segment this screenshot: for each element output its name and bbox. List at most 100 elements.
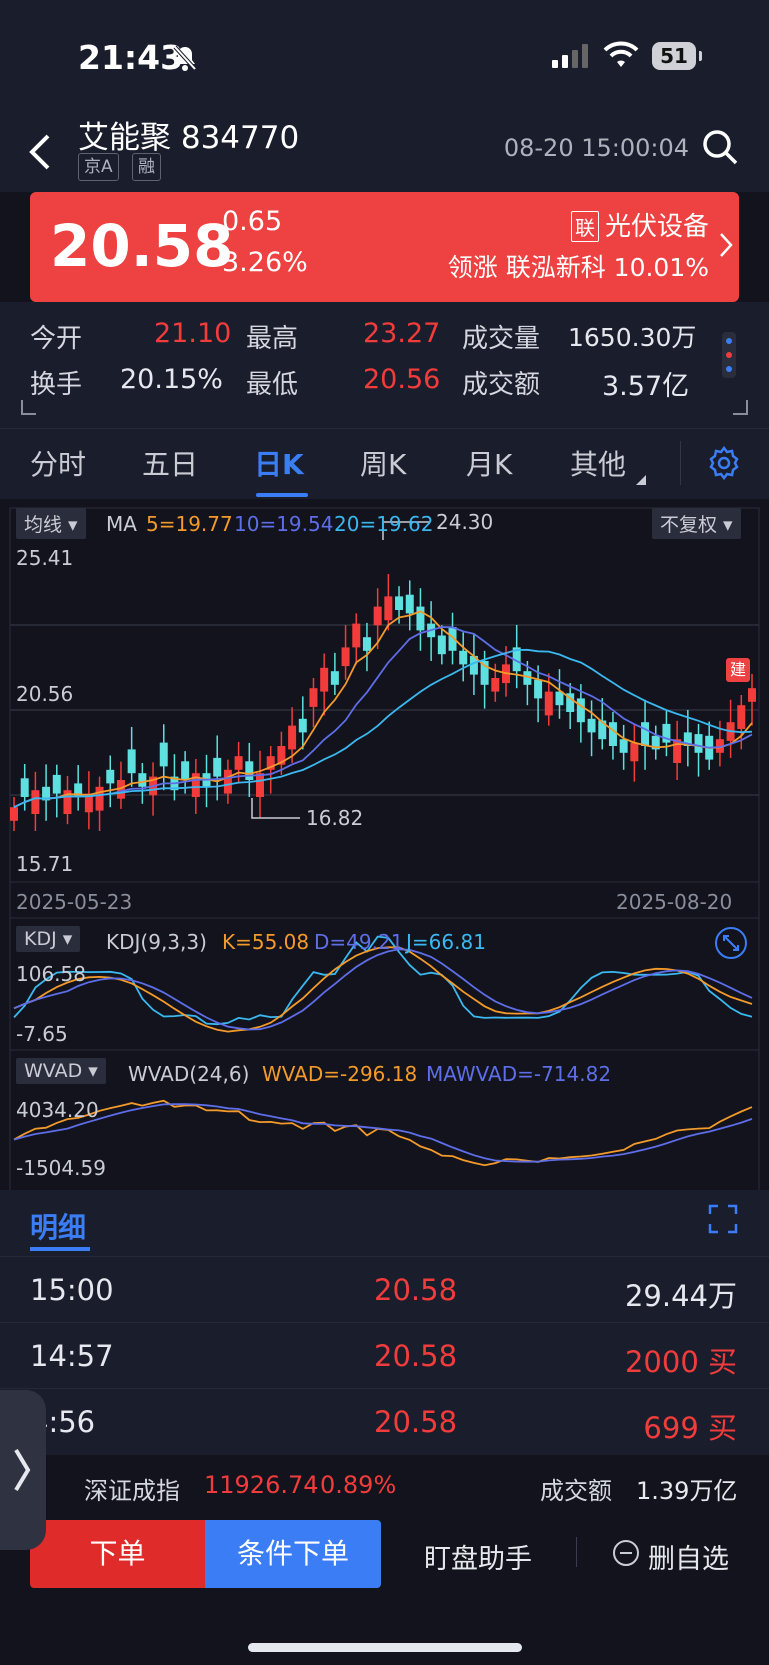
trade-price: 20.58 bbox=[374, 1405, 458, 1439]
main-chart-frame bbox=[9, 507, 760, 883]
watch-assistant-button[interactable]: 盯盘助手 bbox=[424, 1537, 532, 1576]
table-row: 15:00 20.58 29.44万 bbox=[0, 1256, 769, 1323]
stock-header: 艾能聚 834770 京A 融 08-20 15:00:04 bbox=[0, 110, 769, 192]
tab-other[interactable]: 其他 bbox=[570, 443, 626, 483]
candle-body bbox=[352, 623, 361, 648]
tab-five-day[interactable]: 五日 bbox=[142, 443, 198, 483]
wvad-line bbox=[13, 1099, 753, 1167]
stat-label-low: 最低 bbox=[246, 370, 299, 400]
expand-corner-left-icon[interactable] bbox=[20, 398, 38, 416]
index-ticker[interactable]: 深证成指 11926.74 0.89% 成交额 1.39万亿 bbox=[0, 1455, 769, 1517]
kline-chart-svg[interactable] bbox=[0, 500, 769, 1190]
detail-title[interactable]: 明细 bbox=[30, 1206, 86, 1246]
back-arrow-icon[interactable] bbox=[28, 132, 52, 172]
trade-detail-panel: 明细 15:00 20.58 29.44万 14:57 20.58 2000 买… bbox=[0, 1190, 769, 1455]
candle-body bbox=[31, 790, 40, 814]
candle-body bbox=[298, 718, 307, 733]
ma10-value: 10=19.54 bbox=[234, 512, 334, 536]
adjust-dropdown[interactable]: 不复权 ▾ bbox=[652, 508, 741, 539]
fullscreen-circle-icon[interactable] bbox=[714, 926, 748, 960]
more-dots-icon[interactable] bbox=[722, 332, 736, 378]
candle-body bbox=[459, 650, 468, 665]
wvad-dropdown[interactable]: WVAD ▾ bbox=[16, 1058, 106, 1084]
price-banner[interactable]: 20.58 0.65 3.26% 联光伏设备 领涨 联泓新科 10.01% bbox=[30, 192, 739, 302]
candle-body bbox=[630, 742, 639, 762]
price-change-pct: 3.26% bbox=[222, 247, 308, 278]
order-button[interactable]: 下单 bbox=[30, 1520, 205, 1588]
build-position-badge[interactable]: 建 bbox=[726, 658, 750, 682]
minus-circle-icon[interactable] bbox=[612, 1539, 640, 1567]
trade-time: 15:00 bbox=[30, 1273, 114, 1307]
candle-body bbox=[223, 769, 232, 794]
sector-link[interactable]: 联光伏设备 bbox=[570, 206, 709, 243]
chevron-right-icon bbox=[14, 1448, 31, 1492]
wvad-y-bottom: -1504.59 bbox=[16, 1156, 106, 1180]
home-indicator[interactable] bbox=[248, 1643, 522, 1652]
kdj-y-top: 106.58 bbox=[16, 962, 86, 986]
tab-weekly-k[interactable]: 周K bbox=[360, 443, 406, 483]
high-marker-label: 24.30 bbox=[436, 510, 494, 534]
candle-body bbox=[341, 647, 350, 667]
ma-lines bbox=[13, 610, 753, 809]
battery-indicator: 51 bbox=[652, 42, 702, 70]
low-marker-line bbox=[251, 798, 300, 819]
ma-dropdown-label: 均线 bbox=[24, 514, 63, 536]
market-tag: 京A bbox=[78, 153, 119, 181]
kdj-k-value: K=55.08 bbox=[222, 930, 310, 954]
margin-tag: 融 bbox=[132, 153, 161, 181]
candle-body bbox=[181, 761, 190, 780]
side-drawer-tab[interactable] bbox=[0, 1390, 46, 1550]
stat-value-high: 23.27 bbox=[363, 318, 441, 349]
candle-body bbox=[673, 739, 682, 763]
expand-corner-right-icon[interactable] bbox=[731, 398, 749, 416]
low-marker-label: 16.82 bbox=[306, 806, 364, 830]
conditional-order-button[interactable]: 条件下单 bbox=[205, 1520, 381, 1588]
candle-body bbox=[52, 774, 61, 794]
status-bar: 21:43 51 bbox=[0, 0, 769, 110]
kdj-dropdown[interactable]: KDJ ▾ bbox=[16, 926, 81, 952]
candle-body bbox=[534, 679, 543, 699]
candle-body bbox=[309, 688, 318, 707]
trade-time: 14:57 bbox=[30, 1339, 114, 1373]
candle-body bbox=[737, 705, 746, 729]
candle-body bbox=[245, 761, 254, 780]
sector-leader: 领涨 联泓新科 10.01% bbox=[447, 253, 709, 282]
candle-body bbox=[416, 606, 425, 631]
action-divider bbox=[576, 1537, 577, 1567]
gear-icon[interactable] bbox=[706, 445, 742, 481]
tab-monthly-k[interactable]: 月K bbox=[466, 443, 512, 483]
stat-label-high: 最高 bbox=[246, 324, 299, 354]
status-time: 21:43 bbox=[78, 38, 184, 77]
wvad-y-top: 4034.20 bbox=[16, 1098, 99, 1122]
ma-dropdown[interactable]: 均线 ▾ bbox=[16, 508, 86, 539]
kdj-d-value: D=49.21 bbox=[314, 930, 404, 954]
candle-body bbox=[384, 596, 393, 621]
active-tab-indicator bbox=[256, 493, 308, 497]
tab-daily-k[interactable]: 日K bbox=[254, 443, 304, 483]
stat-label-open: 今开 bbox=[30, 324, 83, 354]
mute-bell-icon bbox=[173, 45, 197, 71]
wvad-value: WVAD=-296.18 bbox=[262, 1062, 418, 1086]
expand-icon[interactable] bbox=[708, 1204, 738, 1234]
wvad-dropdown-label: WVAD bbox=[24, 1060, 83, 1082]
candle-body bbox=[748, 688, 756, 702]
index-value: 11926.74 bbox=[204, 1471, 319, 1499]
candle-body bbox=[10, 807, 18, 821]
stat-label-volume: 成交量 bbox=[462, 324, 541, 354]
tab-intraday[interactable]: 分时 bbox=[30, 443, 86, 483]
quote-datetime: 08-20 15:00:04 bbox=[503, 134, 689, 162]
candle-body bbox=[127, 749, 136, 774]
candle-body bbox=[138, 773, 147, 787]
y-axis-top: 25.41 bbox=[16, 546, 74, 570]
sector-name: 光伏设备 bbox=[604, 212, 709, 242]
candle-body bbox=[491, 678, 500, 692]
kline-chart-area[interactable]: 均线 ▾ MA 5=19.77 10=19.54 20=19.62 不复权 ▾ … bbox=[0, 500, 769, 1190]
remove-watchlist-button[interactable]: 删自选 bbox=[648, 1537, 729, 1576]
kdj-d-line bbox=[13, 948, 753, 1031]
candle-body bbox=[576, 698, 585, 723]
candle-body bbox=[544, 691, 553, 716]
index-name: 深证成指 bbox=[84, 1477, 180, 1505]
y-axis-bottom: 15.71 bbox=[16, 852, 74, 876]
search-icon[interactable] bbox=[701, 128, 739, 166]
trade-price: 20.58 bbox=[374, 1339, 458, 1373]
